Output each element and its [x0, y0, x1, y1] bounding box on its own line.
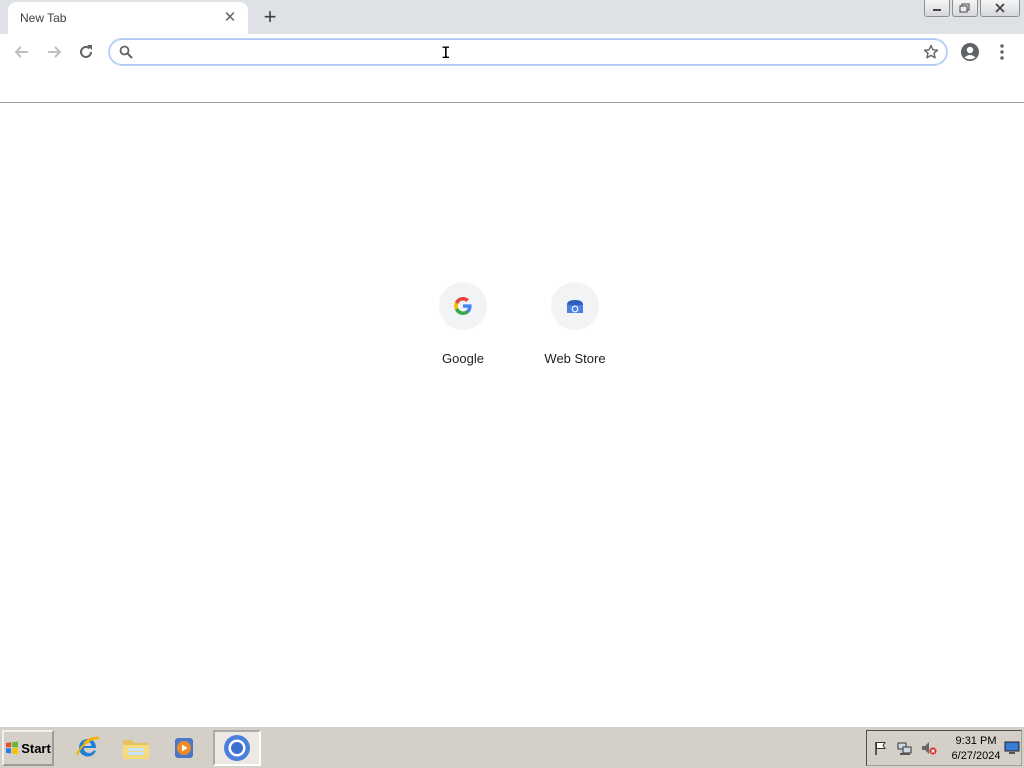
taskbar-internet-explorer[interactable]: [68, 730, 108, 766]
forward-button[interactable]: [40, 38, 68, 66]
start-label: Start: [21, 740, 51, 756]
taskbar-chrome[interactable]: [213, 730, 261, 766]
arrow-left-icon: [14, 46, 28, 58]
start-button[interactable]: Start: [2, 730, 54, 766]
address-bar[interactable]: [108, 38, 948, 66]
shortcut-tile: [439, 282, 487, 330]
close-icon: [995, 3, 1005, 13]
minimize-icon: [933, 9, 941, 11]
clock-time: 9:31 PM: [955, 735, 997, 747]
star-icon[interactable]: [923, 44, 939, 60]
chrome-icon: [224, 735, 250, 761]
plus-icon: +: [263, 4, 277, 29]
action-center-button[interactable]: [872, 739, 890, 757]
action-center-flag-icon: [875, 742, 886, 755]
taskbar-media-player[interactable]: [164, 730, 204, 766]
toolbar-divider: [0, 102, 1024, 103]
new-tab-button[interactable]: +: [258, 5, 282, 29]
windows-logo-icon: [6, 741, 19, 755]
reload-icon: [80, 45, 92, 58]
network-icon: [897, 742, 912, 755]
clock[interactable]: 9:31 PM 6/27/2024: [945, 734, 1007, 764]
google-g-icon: [454, 297, 472, 315]
restore-icon: [959, 3, 970, 13]
tab-strip: New Tab ✕ +: [0, 0, 1024, 34]
chrome-web-store-icon: [567, 300, 583, 313]
taskbar-file-explorer[interactable]: [116, 730, 156, 766]
volume-muted-icon: [922, 742, 937, 755]
shortcut-web-store[interactable]: Web Store: [519, 282, 631, 378]
volume-button[interactable]: [920, 739, 938, 757]
back-button[interactable]: [8, 38, 36, 66]
window-controls: [924, 0, 1020, 18]
shortcut-tile: [551, 282, 599, 330]
show-desktop-button[interactable]: [1003, 739, 1021, 757]
shortcut-label: Google: [442, 351, 484, 366]
account-circle-icon: [961, 43, 979, 61]
address-input[interactable]: [143, 42, 913, 62]
shortcut-google[interactable]: Google: [407, 282, 519, 378]
internet-explorer-icon: [76, 736, 100, 757]
media-player-icon: [175, 738, 193, 758]
text-cursor-icon: I: [441, 43, 451, 62]
file-explorer-icon: [123, 740, 149, 759]
search-icon: [119, 45, 133, 59]
show-desktop-icon: [1004, 741, 1020, 754]
close-window-button[interactable]: [980, 0, 1020, 17]
clock-date: 6/27/2024: [951, 750, 1001, 762]
system-tray: 9:31 PM 6/27/2024: [866, 730, 1022, 766]
browser-toolbar: [0, 34, 1024, 70]
tab-new-tab[interactable]: New Tab ✕: [8, 2, 248, 34]
shortcut-label: Web Store: [544, 351, 606, 366]
taskbar: Start 9:31 PM 6/27/2024: [0, 726, 1024, 768]
tab-title: New Tab: [20, 11, 67, 25]
restore-button[interactable]: [952, 0, 978, 17]
vertical-dots-icon: [1000, 44, 1004, 60]
close-icon[interactable]: ✕: [222, 10, 238, 26]
menu-button[interactable]: [988, 38, 1016, 66]
arrow-right-icon: [48, 46, 62, 58]
minimize-button[interactable]: [924, 0, 950, 17]
network-button[interactable]: [896, 739, 914, 757]
reload-button[interactable]: [72, 38, 100, 66]
profile-button[interactable]: [956, 38, 984, 66]
